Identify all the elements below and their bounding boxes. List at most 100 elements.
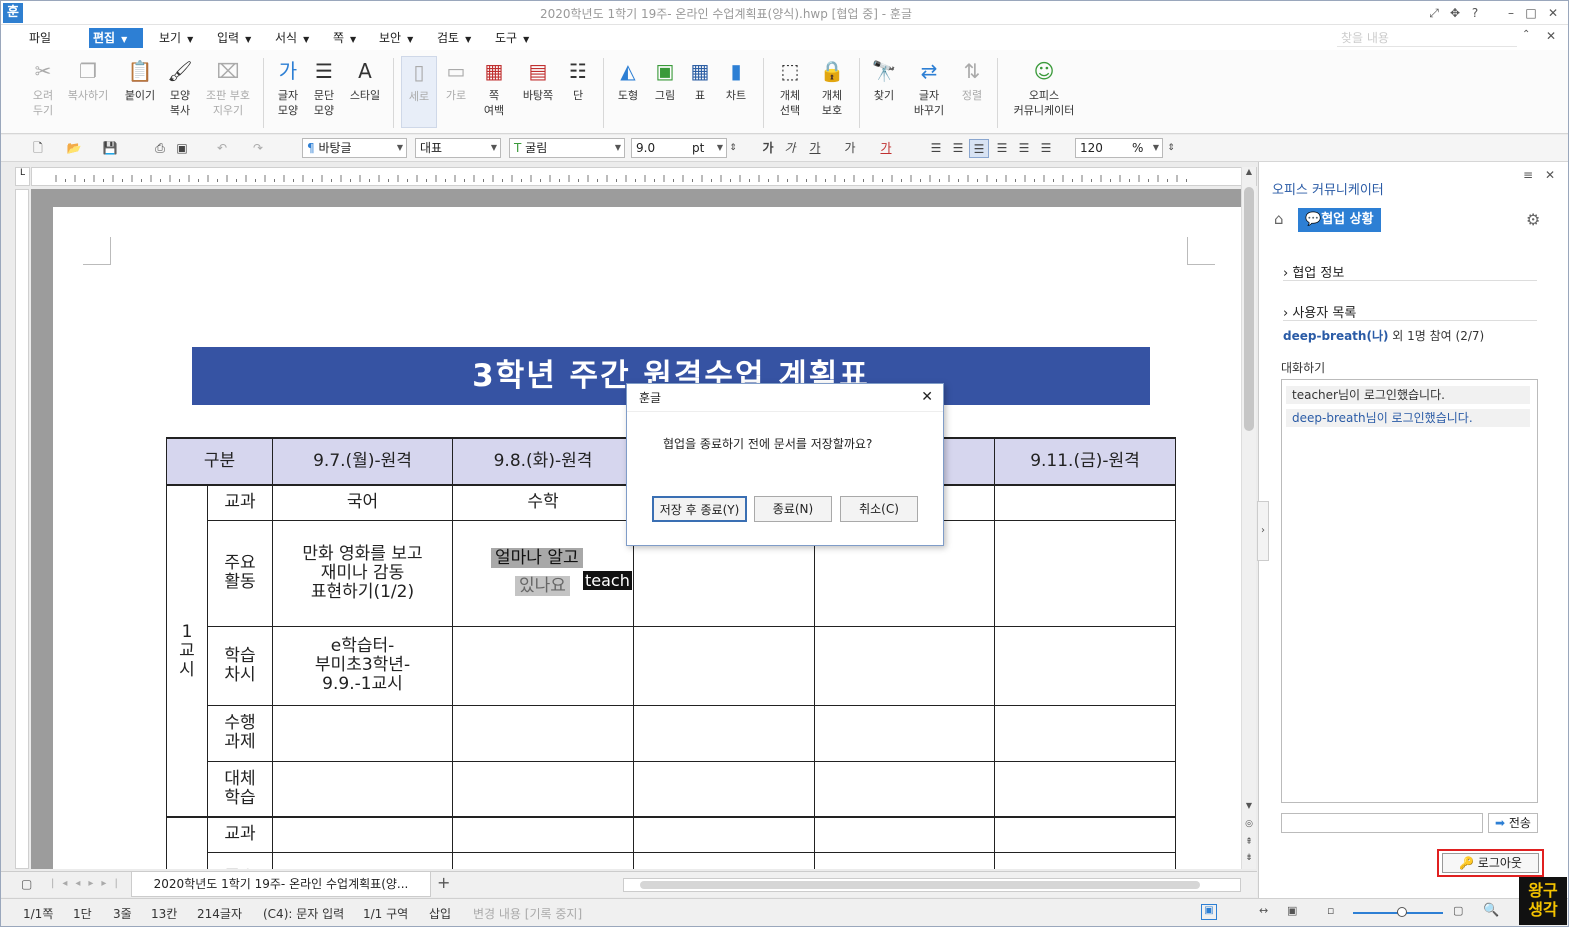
- table-cell[interactable]: [272, 760, 453, 818]
- table-cell[interactable]: [452, 760, 634, 818]
- zoom-in-icon[interactable]: ▢: [1453, 904, 1463, 917]
- italic-icon[interactable]: 가: [781, 139, 799, 158]
- table-cell[interactable]: [814, 760, 995, 818]
- picture-button[interactable]: ▣ 그림: [649, 58, 681, 103]
- next-page-icon[interactable]: ⇟: [1242, 853, 1256, 867]
- preview-icon[interactable]: ▣: [173, 139, 191, 158]
- vertical-ruler[interactable]: [15, 189, 29, 869]
- chat-log[interactable]: teacher님이 로그인했습니다. deep-breath님이 로그인했습니다…: [1281, 379, 1538, 803]
- magnifier-icon[interactable]: 🔍: [1483, 903, 1499, 918]
- header-monday[interactable]: 9.7.(월)-원격: [272, 437, 453, 486]
- redo-icon[interactable]: ↷: [249, 139, 267, 158]
- language-select[interactable]: 대표 ▼: [415, 138, 501, 158]
- panel-collapse-handle[interactable]: ›: [1257, 501, 1269, 561]
- close-button[interactable]: ✕: [1545, 5, 1561, 21]
- paste-button[interactable]: 📋 붙이기: [119, 58, 161, 103]
- open-folder-icon[interactable]: 📂: [63, 139, 85, 158]
- full-page-icon[interactable]: ▣: [1287, 904, 1297, 917]
- home-icon[interactable]: ⌂: [1274, 210, 1284, 228]
- row-label-activity[interactable]: 주요: [207, 851, 273, 869]
- format-painter-button[interactable]: 🖌 모양 복사: [163, 58, 197, 118]
- table-cell[interactable]: [633, 704, 815, 762]
- font-color-icon[interactable]: 가: [875, 139, 897, 158]
- mon-subject-cell[interactable]: 국어: [272, 484, 453, 521]
- move-icon[interactable]: ✥: [1447, 5, 1463, 21]
- style-button[interactable]: A 스타일: [345, 58, 385, 103]
- mon-lesson-cell[interactable]: e학습터- 부미초3학년- 9.9.-1교시: [272, 625, 453, 706]
- zoom-slider-thumb[interactable]: [1397, 907, 1407, 917]
- replace-button[interactable]: ⇄ 글자 바꾸기: [907, 58, 951, 118]
- menu-review[interactable]: 검토 ▼: [433, 28, 475, 48]
- dialog-close-icon[interactable]: ✕: [921, 389, 933, 405]
- distribute-icon[interactable]: ☰: [1015, 139, 1033, 158]
- header-friday[interactable]: 9.11.(금)-원격: [994, 437, 1176, 486]
- exit-button[interactable]: 종료(N): [754, 496, 832, 522]
- table-cell[interactable]: [452, 851, 634, 869]
- menu-tools[interactable]: 도구 ▼: [491, 28, 533, 48]
- style-select[interactable]: ¶ 바탕글 ▼: [302, 138, 407, 158]
- table-cell[interactable]: [272, 816, 453, 853]
- print-icon[interactable]: ⎙: [151, 139, 169, 158]
- tue-activity-cell[interactable]: 얼마나 알고 있나요 teach: [452, 519, 634, 627]
- menu-security[interactable]: 보안 ▼: [375, 28, 417, 48]
- collab-status-tab[interactable]: 💬협업 상황: [1298, 208, 1381, 232]
- margin-button[interactable]: ▦ 쪽 여백: [477, 58, 511, 118]
- row-label-subject[interactable]: 교과: [207, 816, 273, 853]
- table-cell[interactable]: [994, 704, 1176, 762]
- row-label-lesson[interactable]: 학습 차시: [207, 625, 273, 706]
- menu-format[interactable]: 서식 ▼: [271, 28, 313, 48]
- table-cell[interactable]: [814, 816, 995, 853]
- panel-menu-icon[interactable]: ≡: [1523, 168, 1533, 182]
- fri-lesson-cell[interactable]: [994, 625, 1176, 706]
- chart-button[interactable]: ▮ 차트: [719, 58, 753, 103]
- menu-view[interactable]: 보기 ▼: [155, 28, 197, 48]
- table-cell[interactable]: [272, 704, 453, 762]
- portrait-button[interactable]: ▯ 세로: [401, 56, 437, 128]
- page-select-icon[interactable]: ◎: [1242, 819, 1256, 833]
- protect-object-button[interactable]: 🔒 개체 보호: [813, 58, 851, 118]
- menu-insert[interactable]: 입력 ▼: [213, 28, 255, 48]
- table-cell[interactable]: [994, 760, 1176, 818]
- table-cell[interactable]: [272, 851, 453, 869]
- table-cell[interactable]: [814, 851, 995, 869]
- tab-nav-icon[interactable]: |◂◂▸▸|: [51, 878, 126, 889]
- user-list-header[interactable]: › 사용자 목록: [1283, 302, 1356, 321]
- strikethrough-icon[interactable]: 가: [839, 139, 861, 158]
- row-label-alternative[interactable]: 대체 학습: [207, 760, 273, 818]
- table-cell[interactable]: [452, 704, 634, 762]
- scroll-down-icon[interactable]: ▼: [1242, 801, 1256, 815]
- master-page-button[interactable]: ▤ 바탕쪽: [517, 58, 559, 103]
- tab-list-icon[interactable]: ▢: [21, 877, 32, 891]
- size-spinner-icon[interactable]: ⇕: [727, 139, 739, 158]
- align-right-icon[interactable]: ☰: [993, 139, 1011, 158]
- fri-subject-cell[interactable]: [994, 484, 1176, 521]
- zoom-input[interactable]: 120% ▼: [1075, 138, 1163, 158]
- table-cell[interactable]: [633, 760, 815, 818]
- horizontal-ruler[interactable]: [31, 167, 1257, 186]
- chevron-up-icon[interactable]: ⌃: [1522, 29, 1530, 40]
- settings-gear-icon[interactable]: ⚙: [1526, 210, 1540, 229]
- collab-info-header[interactable]: › 협업 정보: [1283, 262, 1344, 281]
- clear-codes-button[interactable]: ⌧ 조판 부호 지우기: [201, 58, 255, 118]
- scrollbar-thumb[interactable]: [1244, 187, 1254, 431]
- office-communicator-button[interactable]: ☺ 오피스 커뮤니케이터: [1005, 58, 1083, 118]
- divide-icon[interactable]: ☰: [1037, 139, 1055, 158]
- table-cell[interactable]: [814, 704, 995, 762]
- search-input[interactable]: 찾을 내용: [1337, 29, 1517, 47]
- tue-subject-cell[interactable]: 수학: [452, 484, 634, 521]
- font-size-input[interactable]: 9.0 pt ▼: [631, 138, 727, 158]
- mon-activity-cell[interactable]: 만화 영화를 보고 재미나 감동 표현하기(1/2): [272, 519, 453, 627]
- document-tab[interactable]: 2020학년도 1학기 19주- 온라인 수업계획표(양...: [131, 872, 431, 897]
- table-cell[interactable]: [633, 851, 815, 869]
- undo-icon[interactable]: ↶: [213, 139, 231, 158]
- header-category[interactable]: 구분: [166, 437, 273, 486]
- help-icon[interactable]: ?: [1467, 5, 1483, 21]
- justify-icon[interactable]: ☰: [927, 139, 945, 158]
- zoom-spinner-icon[interactable]: ⇕: [1165, 139, 1177, 158]
- row-label-assignment[interactable]: 수행 과제: [207, 704, 273, 762]
- send-button[interactable]: ➡ 전송: [1488, 813, 1538, 833]
- zoom-out-icon[interactable]: ▫: [1327, 904, 1334, 917]
- find-button[interactable]: 🔭 찾기: [867, 58, 901, 103]
- status-track-changes[interactable]: 변경 내용 [기록 중지]: [473, 905, 582, 922]
- vertical-scrollbar[interactable]: ▲ ▼ ◎ ⇞ ⇟: [1241, 167, 1256, 869]
